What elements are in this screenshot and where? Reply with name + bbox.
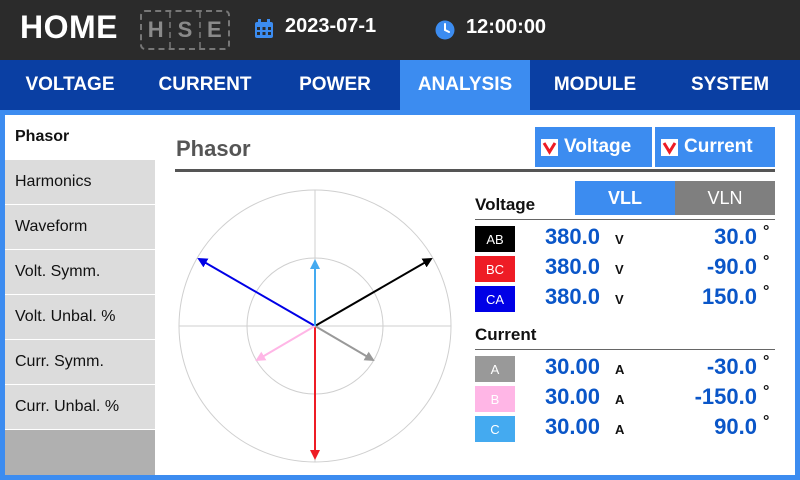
phase-tag-a: A xyxy=(475,356,515,382)
current-unit: A xyxy=(615,392,625,407)
phasor-diagram xyxy=(178,189,452,463)
voltage-unit: V xyxy=(615,292,624,307)
check-icon xyxy=(542,141,557,155)
current-row-c: C 30.00 A 90.0 ° xyxy=(475,413,775,442)
vln-mode-button[interactable]: VLN xyxy=(675,181,775,215)
calendar-icon xyxy=(255,19,273,38)
current-angle: -150.0 xyxy=(694,384,757,409)
date-display: 2023-07-1 xyxy=(285,15,377,37)
tab-current[interactable]: CURRENT xyxy=(140,60,270,110)
voltage-angle: 30.0 xyxy=(714,224,757,249)
voltage-toggle-button[interactable]: Voltage xyxy=(535,127,652,167)
phase-tag-bc: BC xyxy=(475,256,515,282)
sidebar-item-curr-unbal[interactable]: Curr. Unbal. % xyxy=(5,385,155,430)
phasor-ib xyxy=(255,325,316,362)
degree-symbol: ° xyxy=(763,383,770,400)
phase-tag-ca: CA xyxy=(475,286,515,312)
current-angle: 90.0 xyxy=(714,414,757,439)
sidebar-item-curr-symm[interactable]: Curr. Symm. xyxy=(5,340,155,385)
page-title[interactable]: HOME xyxy=(20,9,118,46)
tab-system[interactable]: SYSTEM xyxy=(660,60,800,110)
main-nav: VOLTAGE CURRENT POWER ANALYSIS MODULE SY… xyxy=(0,60,800,110)
tab-voltage[interactable]: VOLTAGE xyxy=(0,60,140,110)
tab-power[interactable]: POWER xyxy=(270,60,400,110)
current-checkbox[interactable] xyxy=(661,138,678,156)
voltage-angle: 150.0 xyxy=(701,284,757,309)
current-unit: A xyxy=(615,422,625,437)
sidebar-item-phasor[interactable]: Phasor xyxy=(5,115,155,160)
voltage-unit: V xyxy=(615,262,624,277)
time-display: 12:00:00 xyxy=(466,16,547,38)
sidebar-item-volt-unbal[interactable]: Volt. Unbal. % xyxy=(5,295,155,340)
current-row-a: A 30.00 A -30.0 ° xyxy=(475,353,775,382)
hse-letter-e: E xyxy=(206,17,222,42)
phasor-vab xyxy=(314,257,433,327)
section-title: Phasor xyxy=(176,136,251,161)
current-row-b: B 30.00 A -150.0 ° xyxy=(475,383,775,412)
voltage-divider xyxy=(475,219,775,220)
voltage-toggle-label: Voltage xyxy=(564,136,632,157)
clock-icon xyxy=(435,20,455,40)
current-divider xyxy=(475,349,775,350)
analysis-sidebar: Phasor Harmonics Waveform Volt. Symm. Vo… xyxy=(5,115,155,475)
voltage-angle: -90.0 xyxy=(706,254,757,279)
current-toggle-label: Current xyxy=(684,136,753,157)
phase-tag-b: B xyxy=(475,386,515,412)
sidebar-item-volt-symm[interactable]: Volt. Symm. xyxy=(5,250,155,295)
current-angle: -30.0 xyxy=(706,354,757,379)
phase-tag-ab: AB xyxy=(475,226,515,252)
voltage-checkbox[interactable] xyxy=(541,138,558,156)
hse-letter-s: S xyxy=(171,12,201,48)
degree-symbol: ° xyxy=(763,413,770,430)
degree-symbol: ° xyxy=(763,253,770,270)
tab-analysis[interactable]: ANALYSIS xyxy=(400,60,530,110)
current-value: 30.00 xyxy=(544,384,600,409)
voltage-unit: V xyxy=(615,232,624,247)
current-toggle-button[interactable]: Current xyxy=(655,127,775,167)
phasor-vca xyxy=(197,257,316,327)
hse-letter-h: H xyxy=(142,12,172,48)
tab-module[interactable]: MODULE xyxy=(530,60,660,110)
phasor-ia xyxy=(314,325,375,362)
degree-symbol: ° xyxy=(763,283,770,300)
voltage-value: 380.0 xyxy=(544,224,600,249)
current-value: 30.00 xyxy=(544,354,600,379)
hse-badge[interactable]: H S E xyxy=(140,10,230,50)
voltage-value: 380.0 xyxy=(544,254,600,279)
check-icon xyxy=(662,141,677,155)
header-bar: HOME H S E 2023-07-1 12:00:00 xyxy=(0,0,800,60)
degree-symbol: ° xyxy=(763,223,770,240)
voltage-section-label: Voltage xyxy=(475,195,536,214)
phase-tag-c: C xyxy=(475,416,515,442)
sidebar-item-waveform[interactable]: Waveform xyxy=(5,205,155,250)
voltage-row-ab: AB 380.0 V 30.0 ° xyxy=(475,223,775,252)
voltage-row-bc: BC 380.0 V -90.0 ° xyxy=(475,253,775,282)
current-section-label: Current xyxy=(475,325,537,344)
degree-symbol: ° xyxy=(763,353,770,370)
sidebar-item-harmonics[interactable]: Harmonics xyxy=(5,160,155,205)
vll-mode-button[interactable]: VLL xyxy=(575,181,675,215)
voltage-value: 380.0 xyxy=(544,284,600,309)
voltage-row-ca: CA 380.0 V 150.0 ° xyxy=(475,283,775,312)
current-value: 30.00 xyxy=(544,414,600,439)
title-divider xyxy=(175,169,775,172)
current-unit: A xyxy=(615,362,625,377)
